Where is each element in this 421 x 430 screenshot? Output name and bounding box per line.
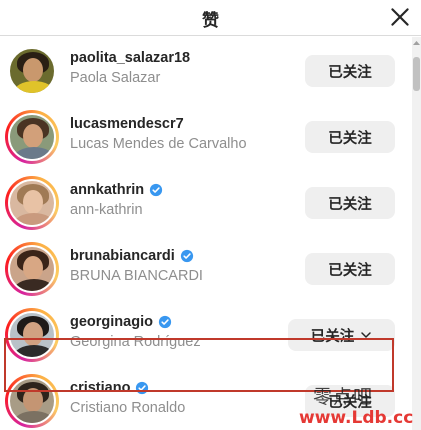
following-button[interactable]: 已关注 xyxy=(305,253,395,285)
fullname: Georgina Rodríguez xyxy=(70,334,201,350)
following-button[interactable]: 已关注 xyxy=(305,55,395,87)
verified-badge-icon xyxy=(150,183,163,197)
dialog-title: 赞 xyxy=(202,11,219,30)
username[interactable]: cristiano xyxy=(70,378,185,398)
fullname: Paola Salazar xyxy=(70,70,161,86)
likes-list[interactable]: paolita_salazar18 Paola Salazar 已关注 luca… xyxy=(0,37,412,430)
fullname: Lucas Mendes de Carvalho xyxy=(70,136,247,152)
avatar[interactable] xyxy=(5,374,59,428)
chevron-down-icon xyxy=(361,332,371,338)
avatar[interactable] xyxy=(5,308,59,362)
list-item: georginagio Georgina Rodríguez 已关注 xyxy=(0,301,412,367)
verified-badge-icon xyxy=(158,315,172,329)
close-icon[interactable] xyxy=(387,4,413,30)
scrollbar[interactable] xyxy=(412,37,421,430)
list-item: lucasmendescr7 Lucas Mendes de Carvalho … xyxy=(0,103,412,169)
verified-badge-icon xyxy=(136,381,149,395)
list-item: brunabiancardi BRUNA BIANCARDI 已关注 xyxy=(0,235,412,301)
following-dropdown-button[interactable]: 已关注 xyxy=(288,319,395,351)
fullname: BRUNA BIANCARDI xyxy=(70,268,203,284)
avatar[interactable] xyxy=(5,176,59,230)
following-button[interactable]: 已关注 xyxy=(305,187,395,219)
username[interactable]: paolita_salazar18 xyxy=(70,48,190,68)
scroll-up-arrow-icon[interactable] xyxy=(412,39,421,47)
username[interactable]: brunabiancardi xyxy=(70,246,203,266)
following-dropdown-label: 已关注 xyxy=(310,328,355,345)
following-button[interactable]: 已关注 xyxy=(305,385,395,417)
avatar[interactable] xyxy=(5,44,59,98)
avatar[interactable] xyxy=(5,242,59,296)
avatar[interactable] xyxy=(5,110,59,164)
list-item: cristiano Cristiano Ronaldo 已关注 xyxy=(0,367,412,430)
username[interactable]: georginagio xyxy=(70,312,201,332)
fullname: ann-kathrin xyxy=(70,202,143,218)
likes-dialog: 赞 paolita_salazar18 Paola Salazar 已关注 lu… xyxy=(0,0,421,430)
fullname: Cristiano Ronaldo xyxy=(70,400,186,416)
following-button[interactable]: 已关注 xyxy=(305,121,395,153)
username[interactable]: lucasmendescr7 xyxy=(70,114,247,134)
dialog-header: 赞 xyxy=(0,0,421,36)
scrollbar-thumb[interactable] xyxy=(413,57,420,91)
username[interactable]: annkathrin xyxy=(70,180,163,200)
verified-badge-icon xyxy=(180,249,193,263)
list-item: paolita_salazar18 Paola Salazar 已关注 xyxy=(0,37,412,103)
list-item: annkathrin ann-kathrin 已关注 xyxy=(0,169,412,235)
